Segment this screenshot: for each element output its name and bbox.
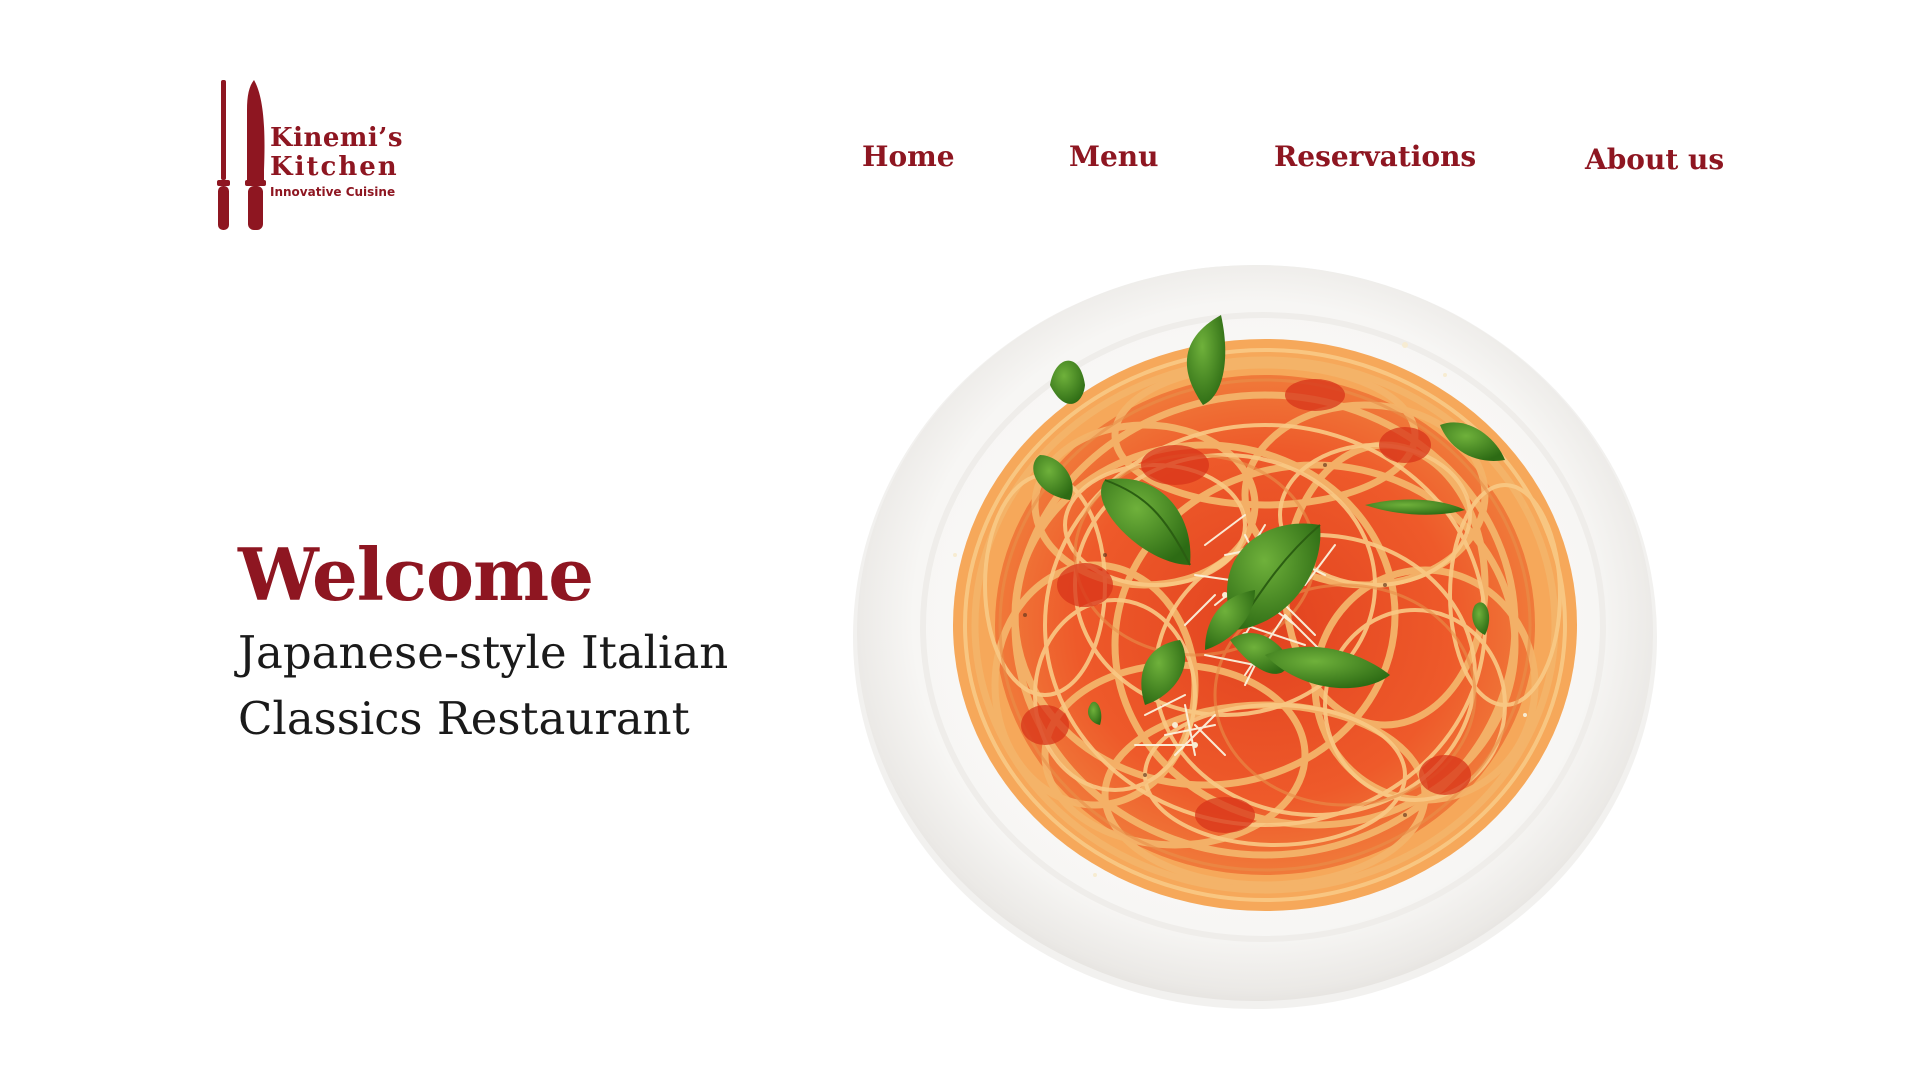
hero-subtitle: Japanese-style Italian Classics Restaura…: [238, 626, 729, 745]
nav-link-reservations[interactable]: Reservations: [1274, 140, 1476, 174]
nav-link-home[interactable]: Home: [862, 140, 955, 174]
knife-and-fork-icon: [217, 80, 266, 230]
nav-link-about-us[interactable]: About us: [1585, 143, 1724, 177]
logo-name-line1: Kinemi’s: [270, 123, 403, 153]
logo-name-line2: Kitchen: [270, 152, 399, 182]
spaghetti-plate-image: [845, 255, 1665, 1015]
brand-logo[interactable]: Kinemi’s Kitchen Innovative Cuisine: [214, 80, 414, 235]
hero-title: Welcome: [238, 532, 594, 617]
nav-link-menu[interactable]: Menu: [1069, 140, 1159, 174]
logo-wordmark: Kinemi’s Kitchen Innovative Cuisine: [270, 124, 403, 200]
logo-tagline: Innovative Cuisine: [270, 185, 396, 199]
landing-page: Kinemi’s Kitchen Innovative Cuisine Home…: [0, 0, 1920, 1080]
